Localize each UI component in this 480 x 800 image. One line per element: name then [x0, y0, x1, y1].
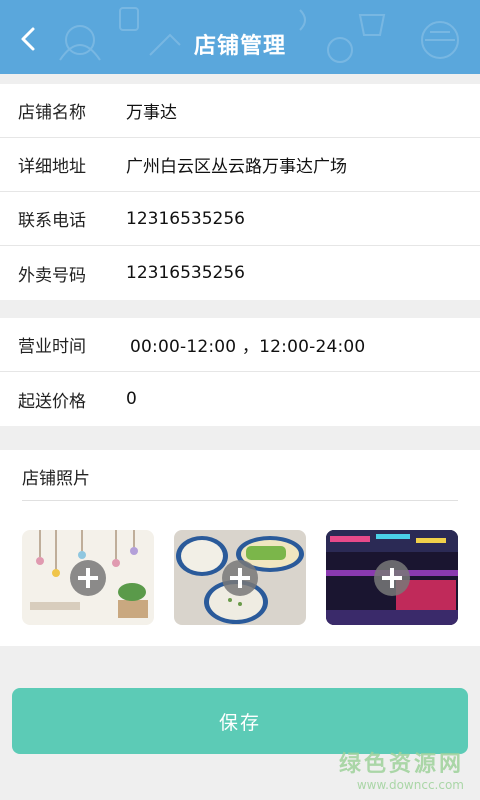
phone-label: 联系电话: [18, 211, 86, 231]
app-header: 店铺管理: [0, 0, 480, 74]
page-title: 店铺管理: [193, 34, 286, 59]
address-row[interactable]: 详细地址 广州白云区丛云路万事达广场: [0, 138, 480, 192]
shop-name-label: 店铺名称: [18, 103, 86, 123]
divider: [22, 500, 458, 501]
watermark-text: 绿色资源网: [338, 752, 464, 777]
delivery-number-value: 12316535256: [126, 263, 245, 283]
photo-thumb-3[interactable]: [326, 530, 458, 625]
add-photo-icon: [374, 559, 410, 596]
delivery-number-row[interactable]: 外卖号码 12316535256: [0, 246, 480, 300]
shop-name-row[interactable]: 店铺名称 万事达: [0, 84, 480, 138]
address-value: 广州白云区丛云路万事达广场: [126, 157, 347, 177]
photo-section-title: 店铺照片: [22, 469, 90, 489]
hours-value: 00:00-12:00 ，12:00-24:00: [130, 337, 366, 357]
hours-label: 营业时间: [18, 337, 86, 357]
photo-thumb-2[interactable]: [174, 530, 306, 625]
min-price-label: 起送价格: [18, 391, 86, 412]
shop-name-value: 万事达: [126, 103, 177, 123]
phone-value: 12316535256: [126, 208, 245, 229]
min-price-row[interactable]: 起送价格 0: [0, 372, 480, 426]
photo-section: 店铺照片: [0, 450, 480, 646]
watermark-url: www.downcc.com: [356, 778, 464, 792]
add-photo-icon: [70, 559, 106, 596]
photo-thumb-1[interactable]: [22, 530, 154, 625]
address-label: 详细地址: [18, 157, 86, 177]
phone-row[interactable]: 联系电话 12316535256: [0, 192, 480, 246]
save-button[interactable]: 保存: [12, 688, 468, 754]
min-price-value: 0: [126, 389, 137, 409]
hours-row[interactable]: 营业时间 00:00-12:00 ，12:00-24:00: [0, 318, 480, 372]
add-photo-icon: [222, 559, 258, 596]
shop-info-section: 店铺名称 万事达 详细地址 广州白云区丛云路万事达广场 联系电话 1231653…: [0, 84, 480, 300]
watermark: 绿色资源网 www.downcc.com: [339, 746, 464, 792]
business-section: 营业时间 00:00-12:00 ，12:00-24:00 起送价格 0: [0, 318, 480, 426]
delivery-number-label: 外卖号码: [18, 265, 86, 286]
